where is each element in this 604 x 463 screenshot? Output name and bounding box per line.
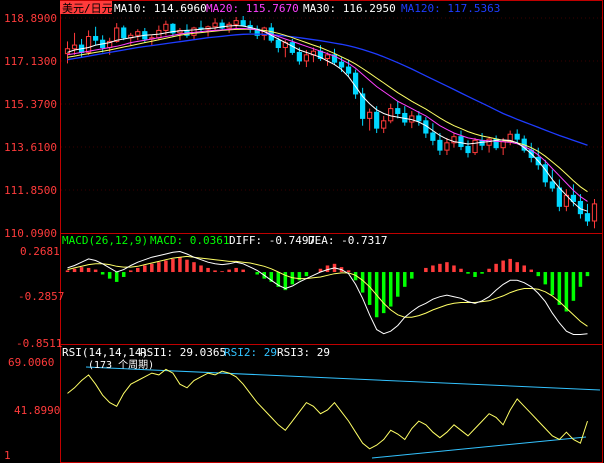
symbol-title[interactable]: 美元/日元 xyxy=(62,2,113,15)
candle-body xyxy=(472,139,478,154)
rsi-tick-bottom: 1 xyxy=(4,449,11,462)
candle-body xyxy=(191,27,197,36)
candle-body xyxy=(381,120,387,129)
candle-body xyxy=(303,54,310,62)
candle-body xyxy=(374,111,380,129)
candle-body xyxy=(71,44,78,50)
macd-title: MACD(26,12,9) xyxy=(62,234,148,247)
candle-body xyxy=(500,141,506,149)
price-tick-2: 115.3700 xyxy=(4,98,57,111)
candle-body xyxy=(114,27,120,42)
price-tick-3: 113.6100 xyxy=(4,141,57,154)
candle-body xyxy=(430,132,436,141)
candle-body xyxy=(388,108,394,122)
period-annotation: (173 个周期) xyxy=(88,359,154,371)
rsi-title: RSI(14,14,14) xyxy=(62,346,148,359)
candle-body xyxy=(233,20,239,25)
price-tick-4: 111.8500 xyxy=(4,184,57,197)
candle-body xyxy=(367,111,373,119)
candle-body xyxy=(458,136,464,147)
macd-value: MACD: 0.0361 xyxy=(150,234,229,247)
candle-body xyxy=(514,133,520,140)
candle-body xyxy=(212,22,218,28)
candle-body xyxy=(352,72,359,95)
candle-body xyxy=(465,145,471,154)
diff-value: DIFF: -0.7497 xyxy=(229,234,315,247)
candle-body xyxy=(444,142,450,151)
candle-body xyxy=(296,51,302,62)
candle-body xyxy=(240,20,246,27)
rsi1-value: RSI1: 29.0365 xyxy=(140,346,226,359)
ma30-readout: MA30: 116.2950 xyxy=(303,2,396,15)
candle xyxy=(121,25,127,41)
candle-body xyxy=(121,27,127,39)
dea-value: DEA: -0.7317 xyxy=(308,234,387,247)
ma20-readout: MA20: 115.7670 xyxy=(206,2,299,15)
background xyxy=(0,0,604,463)
candle-body xyxy=(338,61,345,68)
candle-body xyxy=(163,23,169,31)
price-tick-5: 110.0900 xyxy=(4,227,57,240)
candle-body xyxy=(135,31,141,36)
rsi-tick-0: 69.0060 xyxy=(8,356,54,369)
price-tick-1: 117.1300 xyxy=(4,55,57,68)
price-panel-header: 美元/日元 MA10: 114.6960 MA20: 115.7670 MA30… xyxy=(60,1,500,15)
candle-body xyxy=(85,36,92,53)
macd-tick-2: -0.8511 xyxy=(16,337,62,350)
candle-body xyxy=(584,213,591,222)
candle-body xyxy=(416,115,422,122)
candle-body xyxy=(437,139,443,151)
candle-body xyxy=(556,187,562,207)
candle-body xyxy=(345,66,352,74)
candle-body xyxy=(64,48,71,55)
rsi-tick-1: 41.8990 xyxy=(14,404,60,417)
candle-body xyxy=(395,108,401,114)
macd-tick-1: -0.2857 xyxy=(18,290,64,303)
macd-tick-0: 0.2681 xyxy=(20,245,60,258)
candle-body xyxy=(275,39,281,49)
forex-chart-window: 美元/日元 MA10: 114.6960 MA20: 115.7670 MA30… xyxy=(0,0,604,463)
ma120-readout: MA120: 117.5363 xyxy=(401,2,500,15)
candle-body xyxy=(324,54,331,60)
candle-body xyxy=(591,203,598,222)
rsi2-value: RSI2: 29 xyxy=(224,346,277,359)
macd-panel-header: MACD(26,12,9) MACD: 0.0361 DIFF: -0.7497… xyxy=(62,234,387,247)
price-tick-0: 118.8900 xyxy=(4,12,57,25)
candle-body xyxy=(549,181,555,189)
ma10-readout: MA10: 114.6960 xyxy=(114,2,207,15)
rsi3-value: RSI3: 29 xyxy=(277,346,330,359)
candle xyxy=(472,137,478,156)
candle-body xyxy=(93,36,99,41)
